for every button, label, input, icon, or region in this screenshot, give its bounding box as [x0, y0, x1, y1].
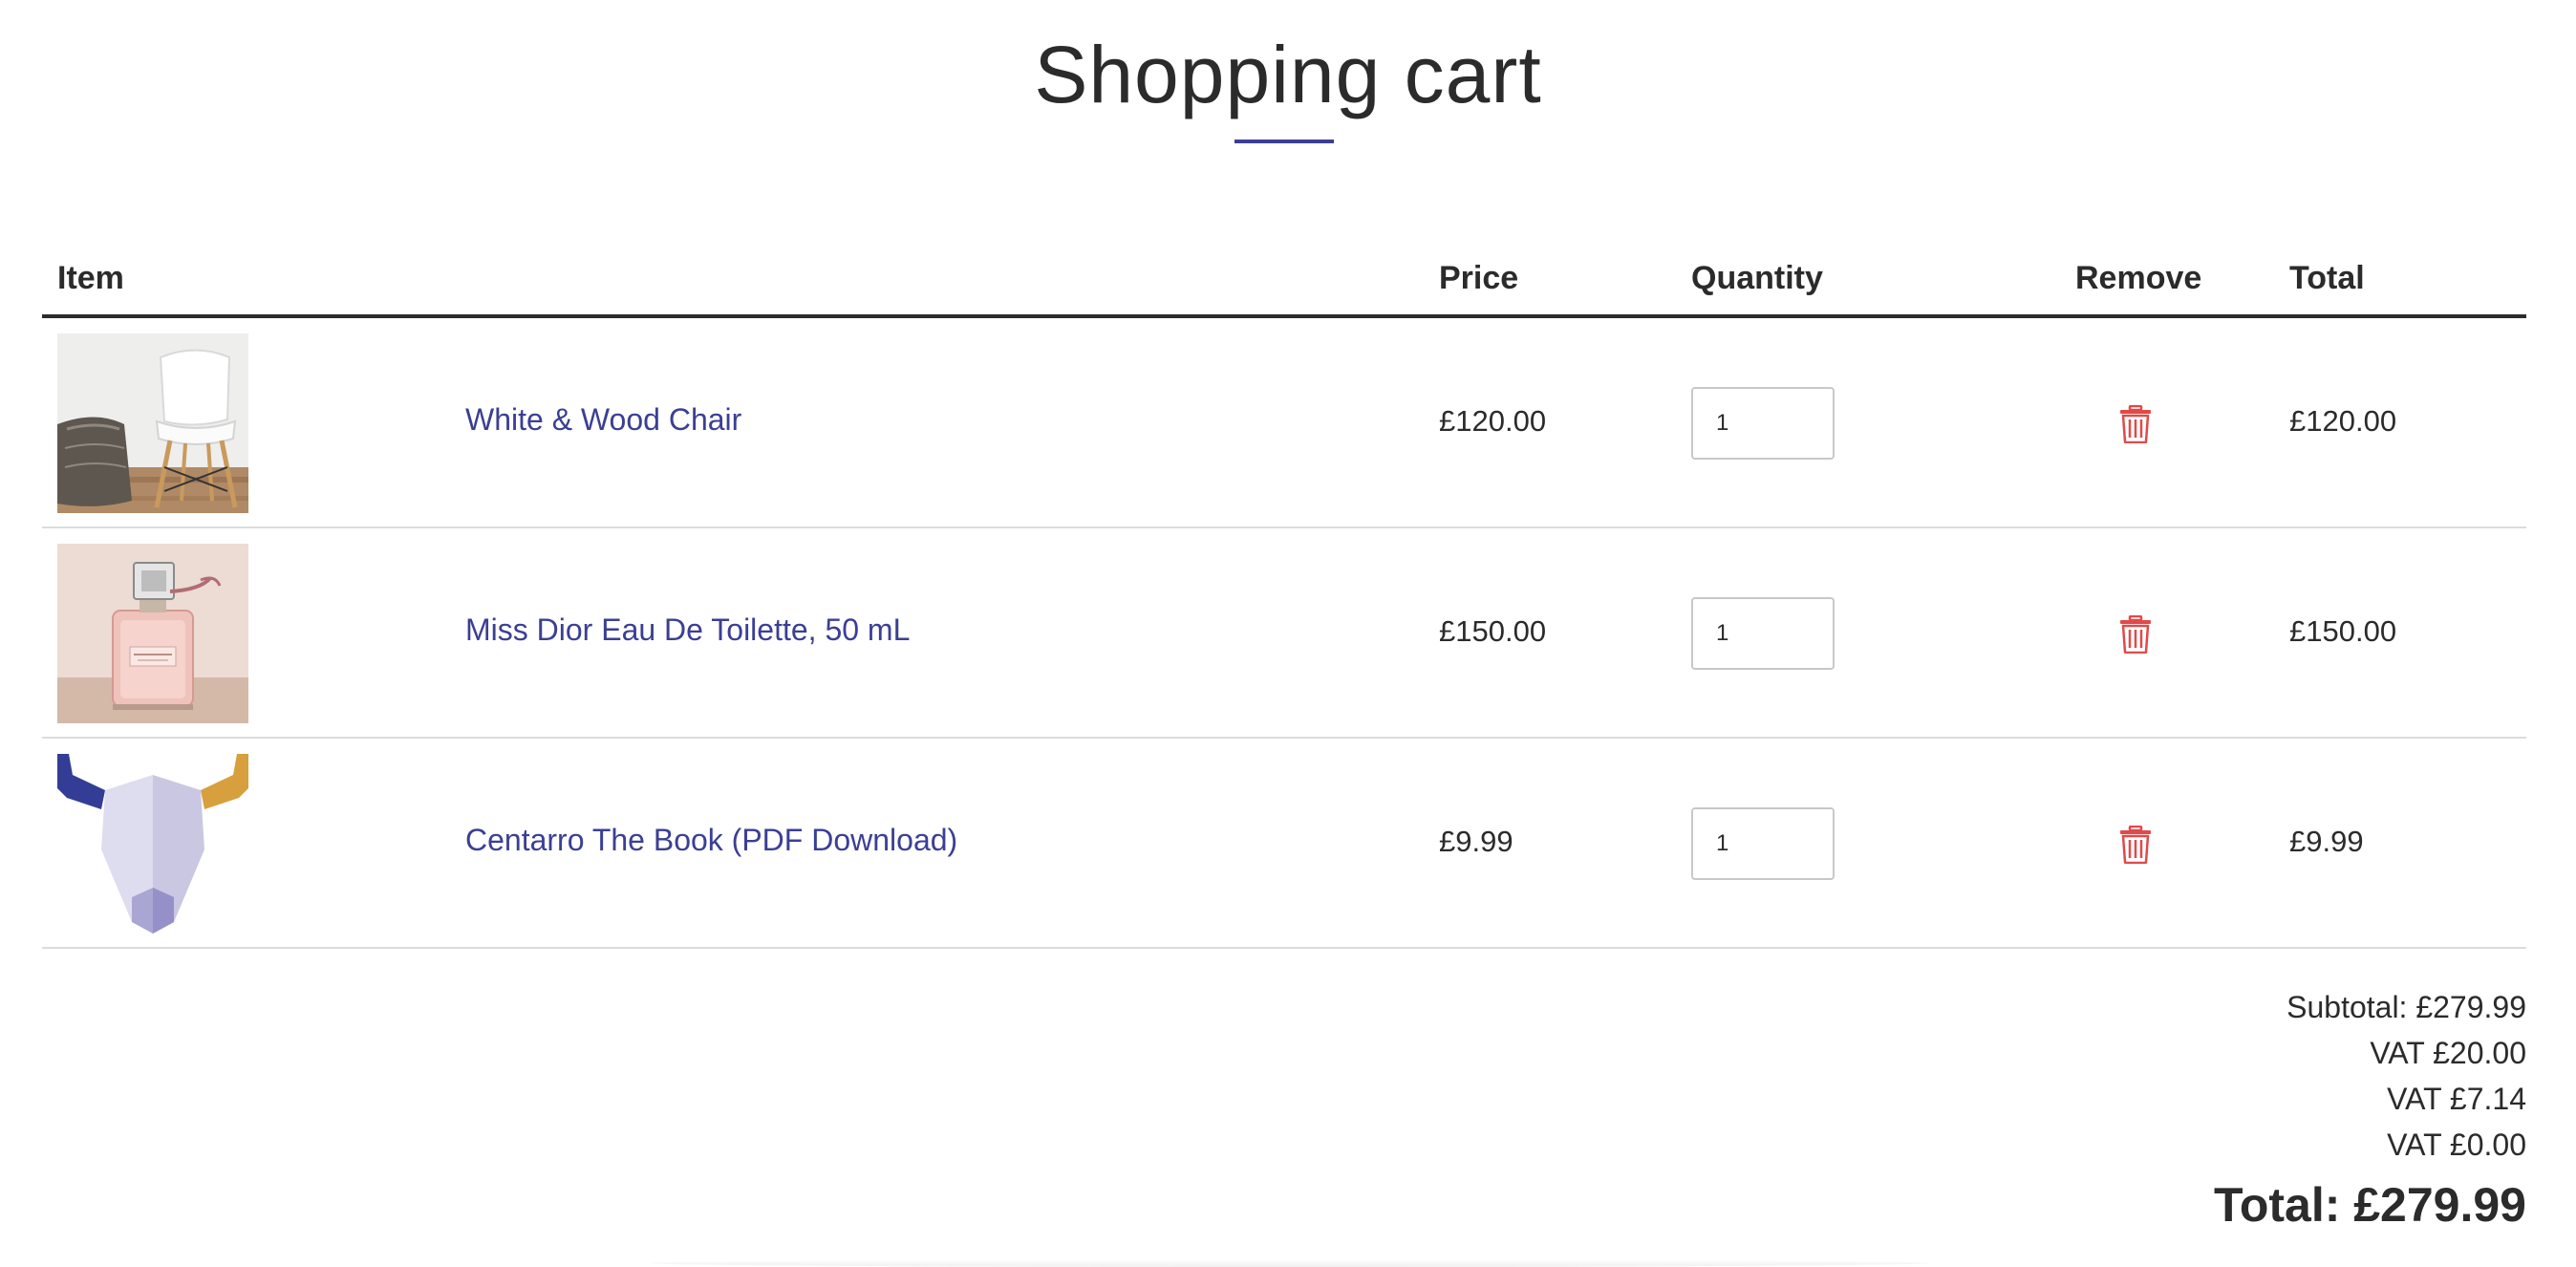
item-total: £150.00: [2289, 614, 2397, 648]
page-title: Shopping cart: [1034, 30, 1542, 119]
cart-row: Miss Dior Eau De Toilette, 50 mL £150.00…: [42, 528, 2526, 739]
item-link[interactable]: White & Wood Chair: [465, 402, 741, 438]
vat-line: VAT £7.14: [2387, 1082, 2526, 1116]
trash-icon: [2120, 826, 2151, 864]
vat-line: VAT £20.00: [2370, 1036, 2526, 1070]
quantity-input[interactable]: [1691, 387, 1835, 460]
grand-total: Total: £279.99: [2213, 1178, 2526, 1232]
header-total: Total: [2289, 260, 2365, 296]
item-price: £150.00: [1439, 614, 1547, 648]
subtotal: Subtotal: £279.99: [2286, 990, 2526, 1024]
cart-row: White & Wood Chair £120.00 £120.00: [42, 318, 2526, 528]
header-quantity: Quantity: [1691, 260, 1823, 296]
header-price: Price: [1439, 260, 1519, 296]
book-thumbnail[interactable]: [57, 754, 248, 934]
header-item: Item: [57, 260, 124, 296]
item-link[interactable]: Miss Dior Eau De Toilette, 50 mL: [465, 612, 910, 648]
chair-thumbnail[interactable]: [57, 333, 248, 513]
item-total: £9.99: [2289, 825, 2364, 858]
remove-button[interactable]: [2115, 612, 2156, 656]
item-price: £120.00: [1439, 404, 1547, 438]
remove-button[interactable]: [2115, 823, 2156, 867]
header-remove: Remove: [2075, 260, 2202, 296]
vat-line: VAT £0.00: [2387, 1127, 2526, 1162]
trash-icon: [2120, 405, 2151, 443]
item-price: £9.99: [1439, 825, 1513, 858]
remove-button[interactable]: [2115, 402, 2156, 446]
item-total: £120.00: [2289, 404, 2397, 438]
trash-icon: [2120, 615, 2151, 654]
title-underline: [1234, 140, 1334, 143]
checkout-panel-edge: [650, 1259, 1930, 1267]
order-summary: Subtotal: £279.99 VAT £20.00 VAT £7.14 V…: [2214, 984, 2526, 1238]
perfume-thumbnail[interactable]: [57, 544, 248, 723]
quantity-input[interactable]: [1691, 807, 1835, 880]
item-link[interactable]: Centarro The Book (PDF Download): [465, 823, 957, 858]
cart-row: Centarro The Book (PDF Download) £9.99 £…: [42, 739, 2526, 949]
cart-table-header: Item Price Quantity Remove Total: [42, 245, 2526, 315]
quantity-input[interactable]: [1691, 597, 1835, 670]
